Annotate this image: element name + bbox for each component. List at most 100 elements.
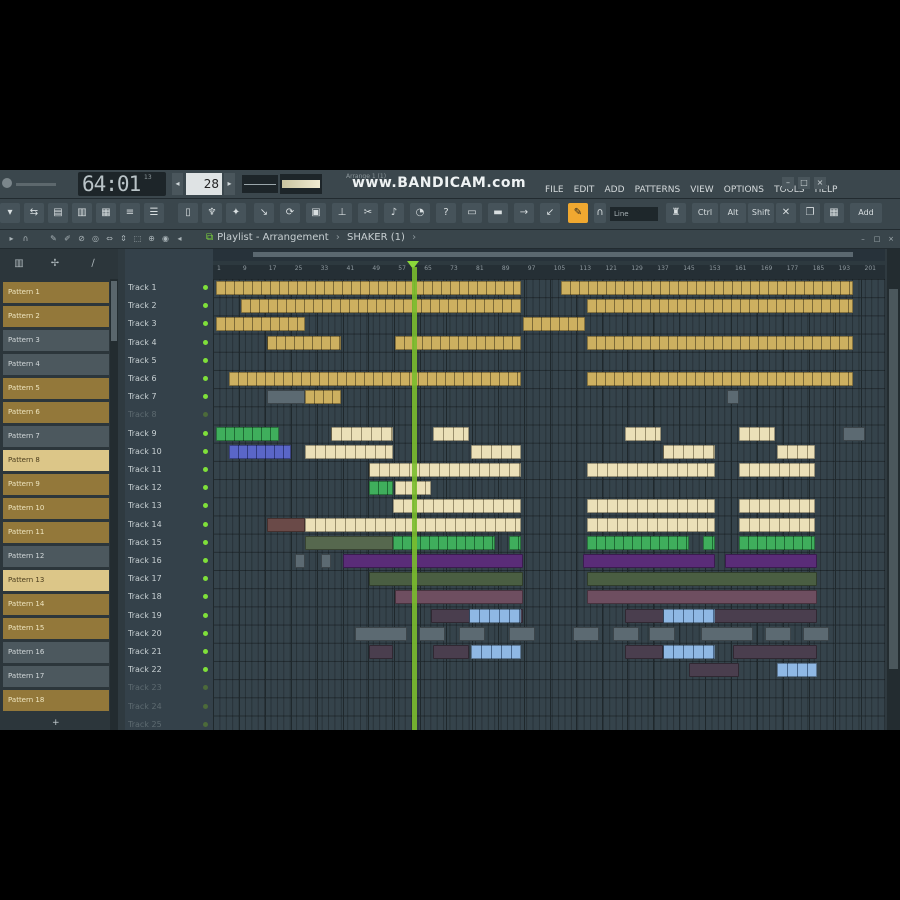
song-overview[interactable] [213,249,885,261]
track-header[interactable]: Track 2 [128,297,210,315]
track-led-icon[interactable] [203,667,208,673]
tempo-control[interactable]: ◂ 28 ▸ [172,173,236,195]
track-header[interactable]: Track 3 [128,315,210,333]
pattern-item[interactable]: Pattern 18 [3,690,109,711]
pattern-clip[interactable] [459,626,485,641]
chat-icon[interactable]: ◔ [410,203,430,223]
tempo-up-icon[interactable]: ▸ [224,173,235,195]
track-led-icon[interactable] [203,321,208,327]
pattern-item[interactable]: Pattern 8 [3,450,109,471]
refresh-icon[interactable]: ⟳ [280,203,300,223]
playlist-close-icon[interactable]: × [886,234,896,244]
alt-button[interactable]: Alt [720,203,746,223]
pattern-clip[interactable] [725,554,817,568]
pattern-clip[interactable] [739,517,815,532]
pattern-clip[interactable] [241,299,521,314]
pattern-clip[interactable] [573,626,599,641]
track-led-icon[interactable] [203,485,208,491]
playlist-icon[interactable]: ▤ [48,203,68,223]
picker-patterns-icon[interactable]: ▥ [12,258,26,270]
add-button[interactable]: Add [850,203,882,223]
plugin-icon[interactable]: ♆ [202,203,222,223]
track-led-icon[interactable] [203,430,208,436]
pattern-clip[interactable] [727,390,739,405]
pattern-item[interactable]: Pattern 1 [3,282,109,303]
pattern-item[interactable]: Pattern 17 [3,666,109,687]
pattern-clip[interactable] [701,626,753,641]
arrow-diagonal-icon[interactable]: ↙ [540,203,560,223]
track-led-icon[interactable] [203,376,208,381]
track-led-icon[interactable] [203,467,208,472]
pattern-item[interactable]: Pattern 10 [3,498,109,519]
track-led-icon[interactable] [203,612,208,618]
pattern-clip[interactable] [509,535,521,550]
select-icon[interactable]: ⬚ [132,233,143,244]
track-header[interactable]: Track 15 [128,534,210,552]
brush-icon[interactable]: ✐ [62,233,73,244]
pattern-clip[interactable] [305,535,393,550]
pattern-clip[interactable] [561,281,853,295]
track-led-icon[interactable] [203,412,208,418]
magnet-icon[interactable]: ∩ [594,203,606,223]
track-header[interactable]: Track 16 [128,552,210,570]
track-header[interactable]: Track 25 [128,716,210,730]
pattern-clip[interactable] [433,426,469,441]
track-header[interactable]: Track 17 [128,570,210,588]
save-icon[interactable]: ▣ [306,203,326,223]
pattern-clip[interactable] [419,626,445,641]
tempo-value[interactable]: 28 [186,173,222,195]
close-icon[interactable]: × [814,177,826,189]
pattern-clip[interactable] [625,608,817,623]
pattern-clip[interactable] [305,444,393,459]
pattern-item[interactable]: Pattern 7 [3,426,109,447]
pattern-clip[interactable] [267,390,305,405]
pattern-clip[interactable] [703,535,715,550]
track-header[interactable]: Track 19 [128,607,210,625]
pattern-clip[interactable] [267,517,305,532]
zoom-icon[interactable]: ⊕ [146,233,157,244]
pattern-clip[interactable] [625,645,663,659]
menu-edit[interactable]: EDIT [574,185,595,195]
pattern-clip[interactable] [777,663,817,678]
track-header[interactable]: Track 13 [128,497,210,515]
pattern-clip[interactable] [216,317,305,332]
delete-icon[interactable]: ✕ [776,203,796,223]
tempo-down-icon[interactable]: ◂ [172,173,183,195]
pattern-clip[interactable] [739,426,775,441]
snap-select[interactable]: Line [610,207,658,221]
playhead[interactable] [412,267,417,730]
channel-rack-icon[interactable]: ▦ [96,203,116,223]
arrow-right-icon[interactable]: → [514,203,534,223]
pattern-item[interactable]: Pattern 14 [3,594,109,615]
microphone-icon[interactable]: ♪ [384,203,404,223]
minimize-icon[interactable]: – [782,177,794,189]
stamp-icon[interactable]: ⊥ [332,203,352,223]
ctrl-button[interactable]: Ctrl [692,203,718,223]
pattern-clip[interactable] [393,535,495,550]
current-pattern[interactable]: SHAKER (1) [347,232,405,243]
pattern-clip[interactable] [369,463,521,477]
pattern-clip[interactable] [369,645,393,659]
pattern-clip[interactable] [777,444,815,459]
metronome-icon[interactable]: ♜ [666,203,686,223]
pattern-clip[interactable] [689,663,739,678]
pattern-clip[interactable] [739,535,815,550]
pencil-icon[interactable]: ✎ [568,203,588,223]
pattern-clip[interactable] [587,372,853,386]
pattern-clip[interactable] [321,554,331,568]
track-header[interactable]: Track 9 [128,425,210,443]
pattern-clip[interactable] [613,626,639,641]
pattern-clip[interactable] [267,335,341,350]
keyboard-icon[interactable]: ▬ [488,203,508,223]
pattern-clip[interactable] [369,481,393,496]
pattern-clip[interactable] [843,426,865,441]
track-led-icon[interactable] [203,357,208,363]
track-header[interactable]: Track 24 [128,698,210,716]
pattern-item[interactable]: Pattern 16 [3,642,109,663]
copy-icon[interactable]: ❐ [800,203,820,223]
piano-roll-icon[interactable]: ▥ [72,203,92,223]
pattern-clip[interactable] [649,626,675,641]
pattern-item[interactable]: Pattern 3 [3,330,109,351]
pattern-clip[interactable] [587,463,715,477]
playlist-maximize-icon[interactable]: □ [872,234,882,244]
